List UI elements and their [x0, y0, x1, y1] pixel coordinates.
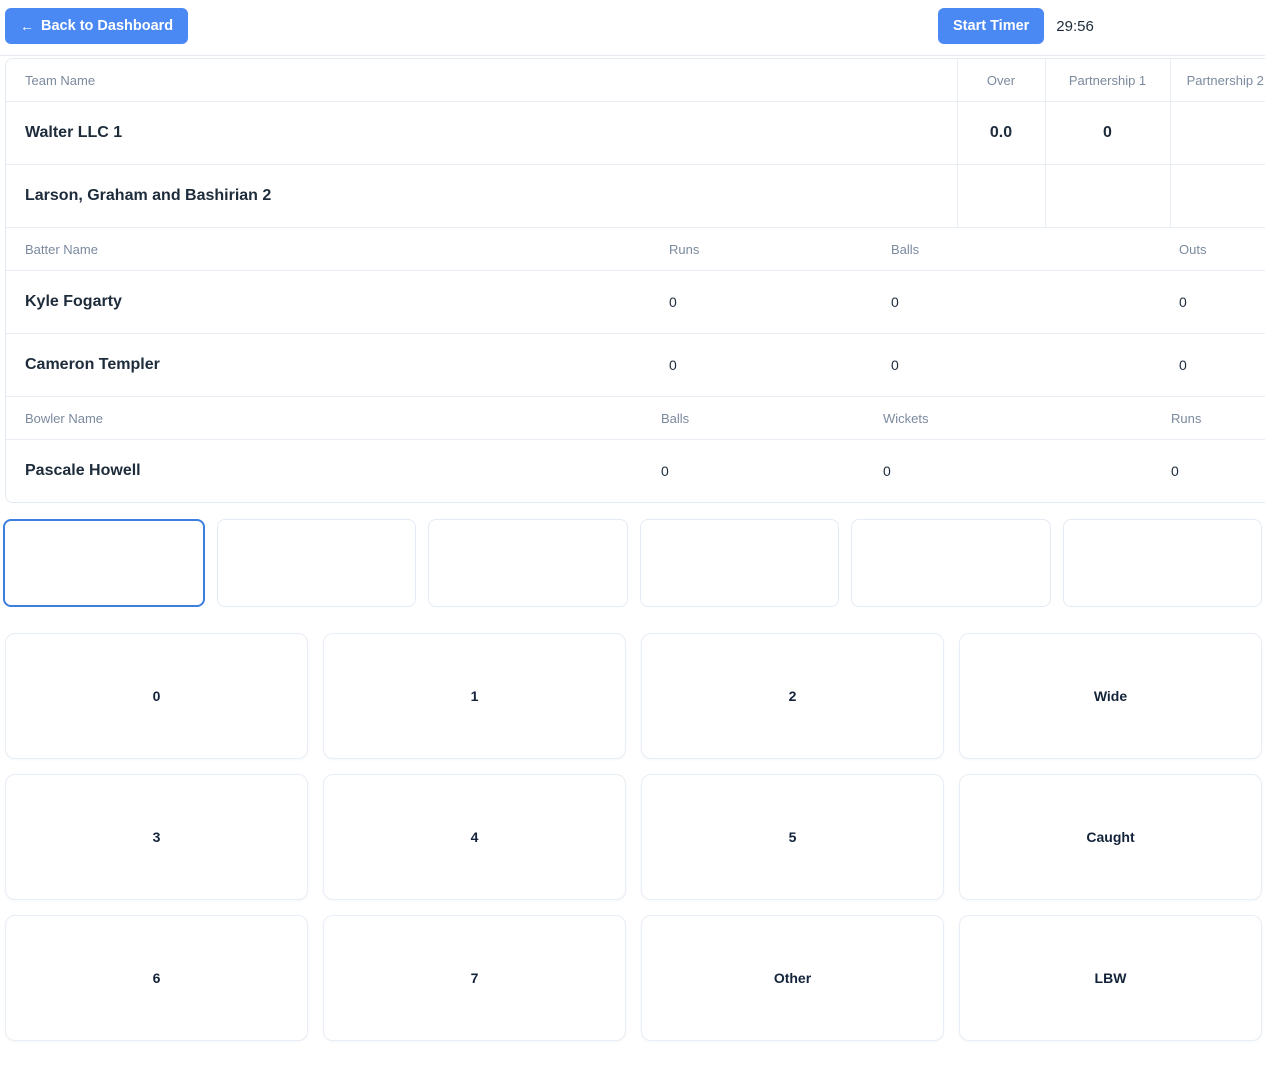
bowler-balls-cell: 0 — [661, 439, 883, 502]
batter-balls-column-header: Balls — [883, 228, 1171, 271]
bowler-name-cell: Pascale Howell — [6, 439, 661, 502]
bowler-runs-column-header: Runs — [1171, 397, 1265, 440]
team-partnership-2-cell — [1169, 164, 1265, 228]
ball-slot-4[interactable] — [639, 519, 839, 607]
batter-runs-column-header: Runs — [661, 228, 883, 271]
bowler-runs-cell: 0 — [1171, 439, 1265, 502]
bowler-table-header-row: Bowler Name Balls Wickets Runs — [6, 397, 1265, 440]
team-partnership-1-cell — [1044, 164, 1170, 228]
bowler-wickets-cell: 0 — [883, 439, 1171, 502]
batter-balls-cell: 0 — [883, 333, 1171, 397]
batter-balls-cell: 0 — [883, 270, 1171, 334]
bowler-wickets-column-header: Wickets — [883, 397, 1171, 440]
score-button-wide[interactable]: Wide — [959, 633, 1262, 759]
ball-slot-2[interactable] — [216, 519, 416, 607]
bowler-table: Bowler Name Balls Wickets Runs Pascale H… — [6, 397, 1265, 502]
ball-slot-5[interactable] — [851, 519, 1051, 607]
ball-slot-3[interactable] — [428, 519, 628, 607]
batter-outs-column-header: Outs — [1171, 228, 1265, 271]
timer-display: 29:56 — [1056, 17, 1094, 35]
team-table: Team Name Over Partnership 1 Partnership… — [6, 59, 1265, 228]
score-button-0[interactable]: 0 — [5, 633, 308, 759]
table-row[interactable]: Cameron Templer 0 0 0 — [6, 333, 1265, 397]
over-ball-tracker — [3, 519, 1262, 607]
top-toolbar: ← Back to Dashboard Start Timer 29:56 — [0, 0, 1265, 56]
over-column-header: Over — [956, 59, 1045, 102]
table-row[interactable]: Pascale Howell 0 0 0 — [6, 439, 1265, 502]
batter-runs-cell: 0 — [661, 333, 883, 397]
batter-runs-cell: 0 — [661, 270, 883, 334]
ball-slot-6[interactable] — [1062, 519, 1262, 607]
score-button-3[interactable]: 3 — [5, 774, 308, 900]
score-button-other[interactable]: Other — [641, 915, 944, 1041]
ball-slot-1[interactable] — [3, 519, 205, 607]
table-row[interactable]: Walter LLC 1 0.0 0 — [6, 101, 1265, 165]
team-table-header-row: Team Name Over Partnership 1 Partnership… — [6, 59, 1265, 102]
partnership-1-column-header: Partnership 1 — [1044, 59, 1170, 102]
start-timer-button[interactable]: Start Timer — [938, 8, 1045, 44]
score-button-lbw[interactable]: LBW — [959, 915, 1262, 1041]
team-name-column-header: Team Name — [6, 59, 957, 102]
timer-controls: Start Timer 29:56 — [938, 8, 1094, 44]
team-partnership-2-cell — [1169, 101, 1265, 165]
score-button-7[interactable]: 7 — [323, 915, 626, 1041]
batter-name-cell: Cameron Templer — [6, 333, 661, 397]
batter-table-header-row: Batter Name Runs Balls Outs — [6, 228, 1265, 271]
bowler-balls-column-header: Balls — [661, 397, 883, 440]
scoreboard-card: Team Name Over Partnership 1 Partnership… — [5, 58, 1265, 503]
score-button-1[interactable]: 1 — [323, 633, 626, 759]
batter-name-column-header: Batter Name — [6, 228, 661, 271]
team-name-cell: Larson, Graham and Bashirian 2 — [6, 164, 957, 228]
left-arrow-icon: ← — [20, 18, 34, 34]
team-over-cell — [956, 164, 1045, 228]
score-button-6[interactable]: 6 — [5, 915, 308, 1041]
team-partnership-1-cell: 0 — [1044, 101, 1170, 165]
batter-outs-cell: 0 — [1171, 270, 1265, 334]
batter-name-cell: Kyle Fogarty — [6, 270, 661, 334]
score-button-caught[interactable]: Caught — [959, 774, 1262, 900]
back-to-dashboard-button[interactable]: ← Back to Dashboard — [5, 8, 189, 44]
score-button-2[interactable]: 2 — [641, 633, 944, 759]
back-to-dashboard-label: Back to Dashboard — [41, 18, 174, 34]
bowler-name-column-header: Bowler Name — [6, 397, 661, 440]
table-row[interactable]: Larson, Graham and Bashirian 2 — [6, 164, 1265, 228]
batter-outs-cell: 0 — [1171, 333, 1265, 397]
score-button-4[interactable]: 4 — [323, 774, 626, 900]
team-over-cell: 0.0 — [956, 101, 1045, 165]
team-name-cell: Walter LLC 1 — [6, 101, 957, 165]
score-button-5[interactable]: 5 — [641, 774, 944, 900]
partnership-2-column-header: Partnership 2 — [1169, 59, 1265, 102]
batter-table: Batter Name Runs Balls Outs Kyle Fogarty… — [6, 228, 1265, 397]
scoring-button-grid: 0 1 2 Wide 3 4 5 Caught 6 7 Other LBW — [5, 633, 1262, 1041]
table-row[interactable]: Kyle Fogarty 0 0 0 — [6, 270, 1265, 334]
